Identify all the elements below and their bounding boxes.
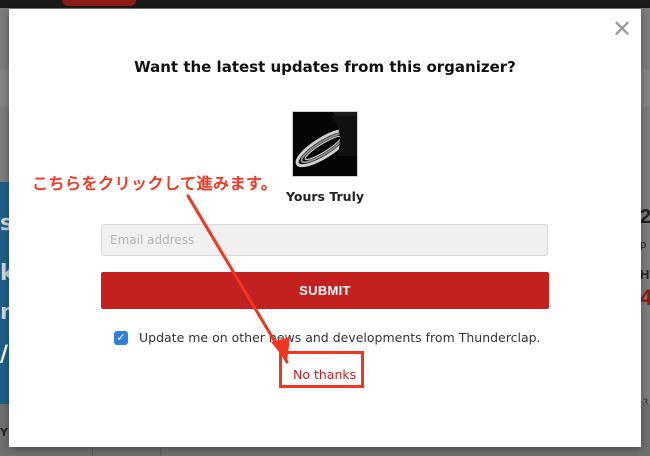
- submit-button[interactable]: SUBMIT: [101, 272, 549, 309]
- saturn-image: [293, 112, 357, 176]
- email-field[interactable]: [101, 224, 548, 256]
- close-icon[interactable]: ✕: [611, 17, 633, 41]
- background-right-char: H: [640, 267, 650, 282]
- annotation-highlight-box: [279, 351, 364, 388]
- background-top-bar: [0, 0, 650, 8]
- organizer-avatar: [292, 111, 358, 177]
- background-right-char: 4: [640, 285, 650, 310]
- annotation-text: こちらをクリックして進みます。: [32, 174, 278, 193]
- modal-title: Want the latest updates from this organi…: [134, 58, 516, 76]
- background-right-char: 2: [640, 206, 650, 228]
- background-left-char: /: [0, 342, 9, 367]
- updates-checkbox[interactable]: ✓: [114, 331, 128, 345]
- background-bottom-char: Y: [0, 426, 8, 439]
- updates-checkbox-label: Update me on other news and developments…: [139, 330, 541, 345]
- background-nav-button: [62, 0, 136, 6]
